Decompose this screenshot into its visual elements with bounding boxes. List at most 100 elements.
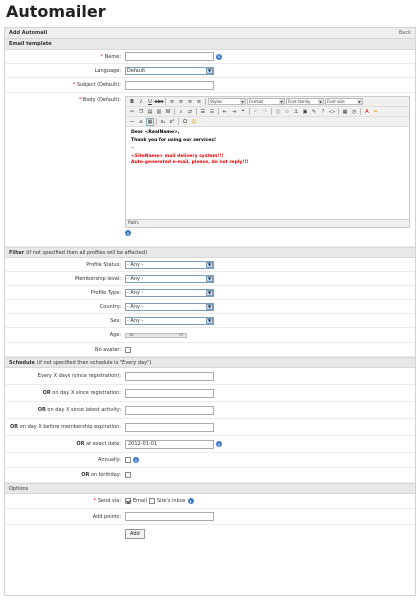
- profile-status-label: Profile Status:: [86, 261, 121, 268]
- back-link[interactable]: Back: [399, 30, 411, 36]
- email-checkbox[interactable]: [125, 498, 131, 504]
- add-points-input[interactable]: [125, 512, 214, 521]
- age-range-slider[interactable]: 18 75: [125, 332, 187, 338]
- schedule-heading: Schedule: [9, 359, 35, 366]
- paste-word-icon[interactable]: W: [164, 108, 172, 116]
- format-select[interactable]: Format ▼: [247, 98, 285, 105]
- exact-date-label: OR at exact date:: [76, 441, 121, 447]
- subscript-icon[interactable]: x₂: [159, 118, 167, 126]
- italic-button[interactable]: I: [137, 98, 145, 106]
- styles-select[interactable]: Styles ▼: [208, 98, 246, 105]
- text-color-icon[interactable]: A: [363, 108, 371, 116]
- visual-aid-icon[interactable]: ▦: [146, 117, 154, 126]
- bold-button[interactable]: B: [128, 98, 136, 106]
- editor-content[interactable]: Dear <RealName>, Thank you for using our…: [126, 127, 409, 219]
- birthday-checkbox[interactable]: [125, 472, 131, 478]
- sex-row: Sex: - Any - ▼: [5, 314, 415, 328]
- anchor-icon[interactable]: ⚓: [292, 108, 300, 116]
- cleanup-icon[interactable]: ✎: [310, 108, 318, 116]
- align-left-icon[interactable]: ≡: [168, 98, 176, 106]
- rich-text-editor: B I U abc ≡ ≡ ≡ ≡ Styles ▼ Format ▼ Font f…: [125, 96, 410, 228]
- every-x-days-input[interactable]: [125, 371, 214, 381]
- info-icon[interactable]: i: [216, 441, 222, 447]
- day-since-registration-input[interactable]: [125, 388, 214, 398]
- info-icon[interactable]: i: [187, 498, 194, 504]
- annually-checkbox[interactable]: [125, 457, 131, 463]
- language-label: Language:: [94, 67, 121, 74]
- font-family-select[interactable]: Font family ▼: [286, 98, 324, 105]
- age-label: Age:: [109, 332, 121, 338]
- day-since-activity-input[interactable]: [125, 405, 214, 415]
- sex-select[interactable]: - Any - ▼: [125, 316, 214, 325]
- search-icon[interactable]: ⌕: [177, 108, 185, 116]
- every-x-days-row: Every X days (since registration):: [5, 368, 415, 385]
- age-row: Age: 18 75: [5, 328, 415, 343]
- blockquote-icon[interactable]: ❝: [239, 108, 247, 116]
- no-avatar-checkbox[interactable]: [125, 346, 131, 353]
- greeting-text: Dear <RealName>,: [131, 130, 180, 135]
- unlink-icon[interactable]: ⊘: [283, 108, 291, 116]
- align-justify-icon[interactable]: ≡: [195, 98, 203, 106]
- name-input[interactable]: [125, 52, 214, 61]
- language-select[interactable]: Default ▼: [125, 66, 214, 75]
- subject-row: * Subject (Default):: [5, 78, 415, 93]
- profile-type-select[interactable]: - Any - ▼: [125, 288, 214, 297]
- editor-path: Path:: [126, 219, 409, 227]
- subject-input[interactable]: [125, 80, 214, 90]
- align-center-icon[interactable]: ≡: [177, 98, 185, 106]
- chevron-down-icon: ▼: [206, 67, 213, 74]
- html-icon[interactable]: <>: [328, 108, 336, 116]
- schedule-note: (if not specified then schedule is "Ever…: [36, 359, 152, 366]
- birthday-label: OR on birthday:: [81, 472, 121, 478]
- add-automail-panel: Add Automail Back Email template * Name:…: [4, 27, 416, 596]
- email-template-heading: Email template: [9, 41, 52, 47]
- strikethrough-button[interactable]: abc: [155, 98, 164, 106]
- numbered-list-icon[interactable]: ☷: [208, 108, 216, 116]
- add-button[interactable]: Add: [125, 528, 145, 539]
- info-icon[interactable]: i: [133, 457, 139, 463]
- superscript-icon[interactable]: x²: [168, 118, 176, 126]
- age-min-value: 18: [129, 333, 134, 337]
- send-via-row: * Send via: Email Site's inbox i: [5, 494, 415, 509]
- insert-time-icon[interactable]: ◷: [350, 108, 358, 116]
- background-color-icon[interactable]: ✏: [372, 108, 380, 116]
- align-right-icon[interactable]: ≡: [186, 98, 194, 106]
- age-max-value: 75: [178, 333, 183, 337]
- undo-icon[interactable]: ↶: [252, 108, 260, 116]
- redo-icon[interactable]: ↷: [261, 108, 269, 116]
- exact-date-row: OR at exact date: i: [5, 436, 415, 453]
- day-before-expiration-input[interactable]: [125, 422, 214, 432]
- remove-format-icon[interactable]: ⌀: [137, 118, 145, 126]
- name-label: * Name:: [100, 53, 121, 60]
- membership-level-row: Membership level: - Any - ▼: [5, 272, 415, 286]
- special-char-icon[interactable]: Ω: [181, 118, 189, 126]
- bullet-list-icon[interactable]: ☰: [199, 108, 207, 116]
- underline-button[interactable]: U: [146, 98, 154, 106]
- indent-icon[interactable]: ⇥: [230, 108, 238, 116]
- paste-icon[interactable]: ▤: [146, 108, 154, 116]
- editor-toolbar-row-2: ✂ ❐ ▤ ▥ W ⌕ ⇄ ☰ ☷ ⇤ ⇥ ❝ ↶ ↷ ⛓ ⊘ ⚓ ▣ ✎ ? …: [126, 107, 409, 117]
- site-inbox-checkbox[interactable]: [148, 498, 155, 504]
- cut-icon[interactable]: ✂: [128, 108, 136, 116]
- insert-date-icon[interactable]: ▦: [341, 108, 349, 116]
- signature-line-2: Auto-generated e-mail, please, do not re…: [131, 160, 249, 165]
- exact-date-input[interactable]: [125, 439, 214, 449]
- link-icon[interactable]: ⛓: [274, 108, 282, 116]
- horizontal-rule-icon[interactable]: —: [128, 118, 136, 126]
- membership-level-select[interactable]: - Any - ▼: [125, 274, 214, 283]
- info-icon[interactable]: i: [125, 230, 131, 236]
- replace-icon[interactable]: ⇄: [186, 108, 194, 116]
- profile-status-select[interactable]: - Any - ▼: [125, 260, 214, 269]
- country-select[interactable]: - Any - ▼: [125, 302, 214, 311]
- copy-icon[interactable]: ❐: [137, 108, 145, 116]
- info-icon[interactable]: i: [216, 53, 222, 60]
- image-icon[interactable]: ▣: [301, 108, 309, 116]
- chevron-down-icon: ▼: [206, 317, 213, 324]
- outdent-icon[interactable]: ⇤: [221, 108, 229, 116]
- schedule-section: Schedule (if not specified then schedule…: [5, 357, 415, 368]
- font-size-select[interactable]: Font size ▼: [325, 98, 363, 105]
- chevron-down-icon: ▼: [206, 261, 213, 268]
- paste-text-icon[interactable]: ▥: [155, 108, 163, 116]
- help-icon[interactable]: ?: [319, 108, 327, 116]
- emoticon-icon[interactable]: ☺: [190, 118, 198, 126]
